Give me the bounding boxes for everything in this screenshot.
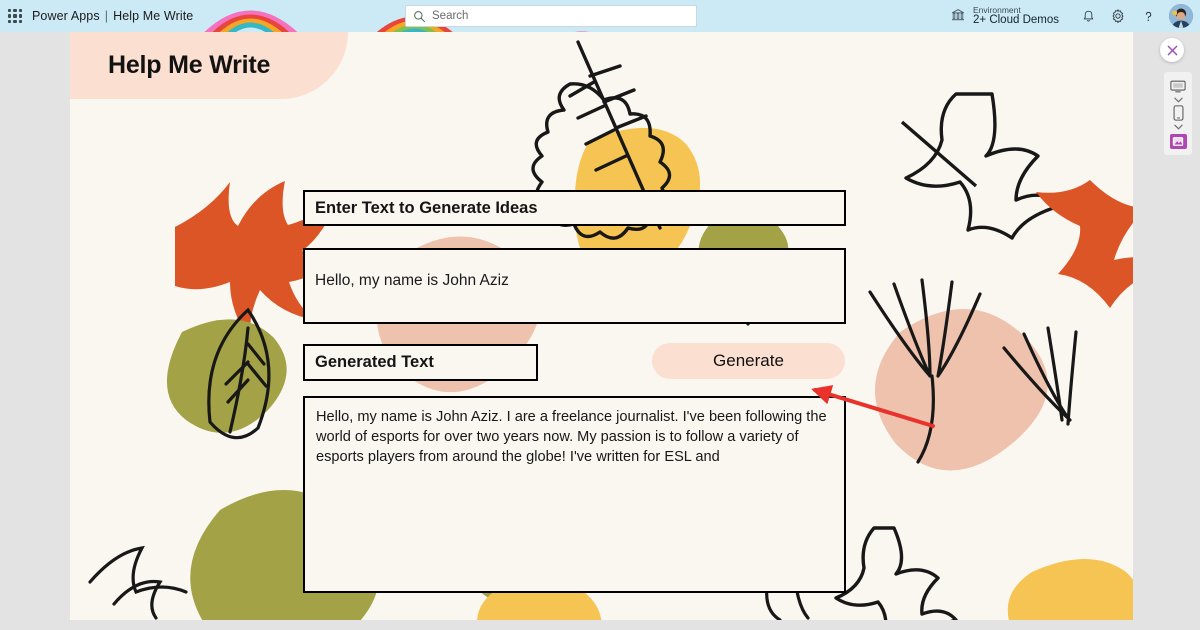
app-header: Power Apps | Help Me Write Environment 2+ … xyxy=(0,0,1200,32)
app-title-banner: Help Me Write xyxy=(70,32,348,99)
environment-label: Environment xyxy=(973,4,1021,15)
environment-icon xyxy=(951,9,965,21)
theme-color-icon[interactable] xyxy=(1169,134,1187,149)
generated-text-output[interactable]: Hello, my name is John Aziz. I are a fre… xyxy=(303,396,846,593)
generate-button[interactable]: Generate xyxy=(652,343,845,379)
output-field-label: Generated Text xyxy=(303,344,538,381)
brand-breadcrumb: Power Apps | Help Me Write xyxy=(32,9,193,23)
search-input[interactable] xyxy=(432,10,689,22)
close-x-icon xyxy=(1167,45,1177,55)
app-preview-stage: Help Me Write Enter Text to Generate Ide… xyxy=(0,32,1200,630)
environment-text: Environment 2+ Cloud Demos xyxy=(973,4,1059,27)
close-preview-button[interactable] xyxy=(1160,38,1184,62)
desktop-size-chevron-icon[interactable] xyxy=(1173,95,1183,104)
page-title: Help Me Write xyxy=(108,51,271,79)
mobile-preview-icon[interactable] xyxy=(1167,104,1189,122)
app-canvas: Help Me Write Enter Text to Generate Ide… xyxy=(70,32,1133,620)
app-name-breadcrumb[interactable]: Help Me Write xyxy=(113,9,193,23)
header-actions: Environment 2+ Cloud Demos xyxy=(950,0,1200,32)
environment-selector[interactable]: Environment 2+ Cloud Demos xyxy=(950,4,1059,27)
input-field-label: Enter Text to Generate Ideas xyxy=(303,190,846,226)
settings-gear-icon[interactable] xyxy=(1103,0,1133,32)
help-question-icon[interactable] xyxy=(1133,0,1163,32)
user-avatar[interactable] xyxy=(1169,4,1193,28)
waffle-grid-icon[interactable] xyxy=(8,9,22,23)
source-text-input[interactable]: Hello, my name is John Aziz xyxy=(303,248,846,324)
search-icon xyxy=(414,10,426,22)
mobile-size-chevron-icon[interactable] xyxy=(1173,122,1183,131)
search-box[interactable] xyxy=(405,5,697,27)
brand-name[interactable]: Power Apps xyxy=(32,9,100,23)
notifications-bell-icon[interactable] xyxy=(1073,0,1103,32)
breadcrumb-separator: | xyxy=(104,9,109,23)
device-preview-toolbar xyxy=(1164,72,1192,155)
environment-name: 2+ Cloud Demos xyxy=(973,14,1059,27)
desktop-preview-icon[interactable] xyxy=(1167,77,1189,95)
